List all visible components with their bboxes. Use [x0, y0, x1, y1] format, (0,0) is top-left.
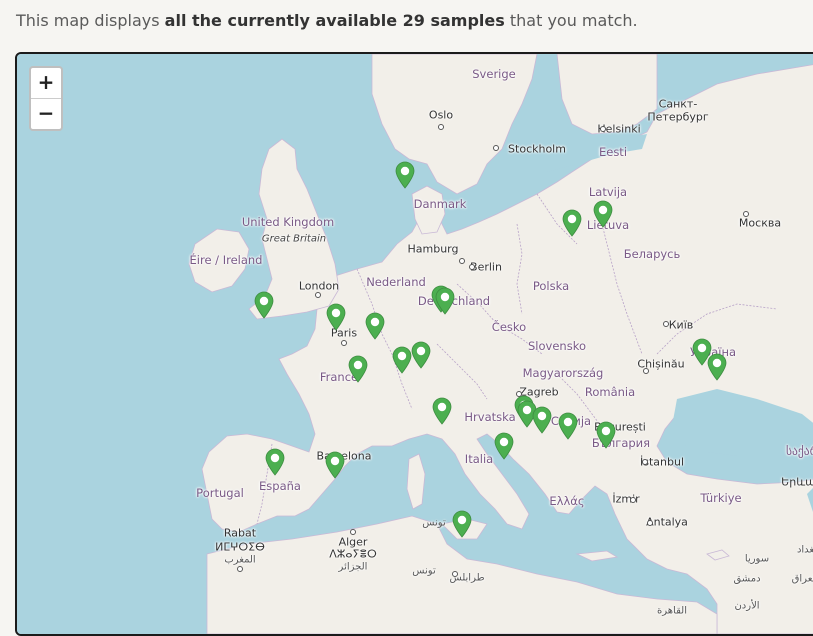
map-label: تونس [422, 517, 446, 529]
map-label: Polska [532, 279, 570, 293]
zoom-control[interactable]: + − [29, 66, 63, 131]
map-label: Česko [491, 320, 527, 334]
map-label: Türkiye [700, 491, 742, 505]
map-label: Stockholm [508, 142, 566, 156]
sample-marker-pin-icon[interactable] [596, 421, 616, 449]
sample-marker-pin-icon[interactable] [411, 341, 431, 369]
map-label: Magyarország [522, 366, 604, 380]
city-dot [341, 340, 347, 346]
sample-marker-pin-icon[interactable] [532, 406, 552, 434]
sample-marker-pin-icon[interactable] [452, 510, 472, 538]
city-dot [600, 126, 606, 132]
map-label: سوريا [744, 553, 770, 565]
sample-marker-pin-icon[interactable] [265, 448, 285, 476]
intro-prefix: This map displays [16, 11, 165, 30]
map-label: Oslo [428, 108, 454, 122]
city-dot [647, 520, 653, 526]
map-label: Nederland [366, 275, 426, 289]
map-label: Eesti [598, 145, 628, 159]
map-label: საქართ [786, 444, 813, 458]
sample-marker-pin-icon[interactable] [707, 353, 727, 381]
zoom-in-button[interactable]: + [31, 68, 61, 99]
map-label: United Kingdom [241, 215, 335, 229]
sample-marker-pin-icon[interactable] [562, 209, 582, 237]
map-label: ⵍⵎⵖⵔⵉⴱ [215, 540, 265, 554]
map-label: الجزائر [338, 561, 368, 573]
city-dot [663, 321, 669, 327]
map-label: المغرب [224, 554, 256, 566]
map-label: Երևան [781, 475, 813, 489]
city-dot [643, 368, 649, 374]
city-dot [469, 264, 475, 270]
map-label: Санкт- [658, 97, 698, 111]
map-label: România [584, 385, 636, 399]
city-dot [452, 571, 458, 577]
map-label: الأردن [734, 600, 760, 612]
map-label: Ελλάς [549, 494, 585, 508]
map-label: Москва [738, 216, 782, 230]
sample-marker-pin-icon[interactable] [593, 200, 613, 228]
sample-marker-pin-icon[interactable] [348, 355, 368, 383]
map-label: London [298, 279, 340, 293]
sample-marker-pin-icon[interactable] [365, 312, 385, 340]
sample-marker-pin-icon[interactable] [392, 346, 412, 374]
map-label: العراق [791, 573, 813, 585]
map-label: دمشق [733, 573, 761, 585]
map-label: Беларусь [623, 247, 681, 261]
city-dot [438, 124, 444, 130]
city-dot [642, 459, 648, 465]
map-label: تونس [412, 565, 436, 577]
map-label: Київ [668, 318, 694, 332]
sample-marker-pin-icon[interactable] [558, 412, 578, 440]
city-dot [315, 292, 321, 298]
intro-text: This map displays all the currently avai… [16, 11, 638, 30]
map-label: Éire / Ireland [189, 253, 263, 267]
map-label: Sverige [472, 67, 516, 81]
map-label: Rabat [223, 526, 257, 540]
city-dot [350, 529, 356, 535]
intro-sample-count: all the currently available 29 samples [164, 11, 505, 30]
map-label: Portugal [196, 486, 244, 500]
sample-marker-pin-icon[interactable] [494, 432, 514, 460]
map-label: Hrvatska [464, 410, 516, 424]
map-label: Great Britain [261, 233, 327, 245]
sample-marker-pin-icon[interactable] [254, 291, 274, 319]
city-dot [459, 258, 465, 264]
sample-map[interactable]: Sverige Oslo Санкт- Петербург Helsinki Stockh… [15, 52, 813, 636]
map-label: Latvija [588, 185, 628, 199]
sample-marker-pin-icon[interactable] [432, 397, 452, 425]
map-label: بغداد [796, 544, 813, 556]
city-dot [237, 566, 243, 572]
map-label: España [259, 479, 301, 493]
sample-marker-pin-icon[interactable] [325, 451, 345, 479]
city-dot [630, 497, 636, 503]
map-label: Hamburg [407, 242, 459, 256]
map-label: Slovensko [528, 339, 586, 353]
map-label: Italia [464, 452, 494, 466]
zoom-out-button[interactable]: − [31, 99, 61, 129]
map-label: Danmark [413, 197, 467, 211]
intro-suffix: that you match. [504, 11, 638, 30]
map-label: القاهرة [657, 605, 687, 617]
sample-marker-pin-icon[interactable] [435, 287, 455, 315]
city-dot [743, 211, 749, 217]
sample-marker-pin-icon[interactable] [395, 161, 415, 189]
map-label: Петербург [647, 110, 709, 124]
map-label: ⴷⵣⴰⵢⴻⵔ [329, 547, 377, 561]
city-dot [493, 145, 499, 151]
sample-marker-pin-icon[interactable] [326, 303, 346, 331]
